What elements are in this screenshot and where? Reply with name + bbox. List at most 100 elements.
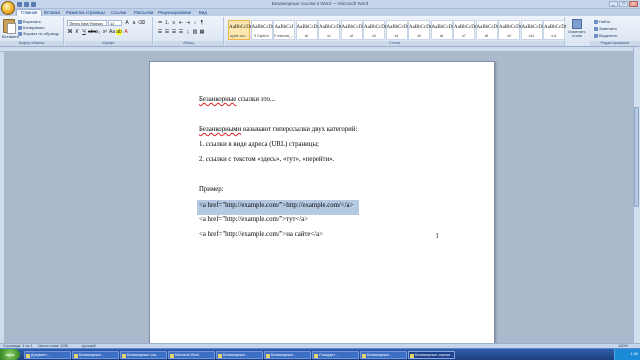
style-item[interactable]: AaBbCcDt s10: [520, 20, 544, 40]
font-color-icon[interactable]: A: [123, 29, 129, 35]
align-left-icon[interactable]: ☰: [157, 29, 163, 35]
taskbar-item[interactable]: Стандарт...: [312, 351, 359, 359]
decrease-indent-icon[interactable]: ⇤: [178, 20, 184, 26]
close-button[interactable]: ×: [629, 1, 638, 7]
italic-icon[interactable]: К: [74, 29, 80, 35]
subscript-icon[interactable]: x₂: [95, 29, 101, 35]
vertical-scrollbar[interactable]: [633, 47, 640, 343]
styles-icon: [572, 19, 582, 29]
style-item[interactable]: AaBbCcDt s6: [430, 20, 454, 40]
style-item[interactable]: AaBbCcDt s7: [453, 20, 476, 40]
taskbar-item[interactable]: Безанкорные...: [72, 351, 119, 359]
style-item[interactable]: AaBbCcDt s8: [475, 20, 499, 40]
find-button[interactable]: Найти: [594, 19, 610, 24]
style-item[interactable]: AaBbCcDt s4: [385, 20, 409, 40]
brush-icon: [18, 31, 22, 36]
font-name-combo[interactable]: Times New Roman: [67, 20, 107, 26]
paste-button[interactable]: Вставить: [2, 34, 19, 39]
start-button[interactable]: пуск: [0, 349, 20, 360]
grow-font-icon[interactable]: A: [124, 20, 130, 26]
style-item[interactable]: AaBbCcDt s5: [408, 20, 431, 40]
show-marks-icon[interactable]: ¶: [199, 20, 205, 26]
doc-title-line[interactable]: Безанкорные ссылки это...: [199, 96, 275, 103]
taskbar-item[interactable]: Безанкорные ссы...: [120, 351, 167, 359]
font-group: Times New Roman 12 A a ⌫ Ж К Ч abc x₂ x²…: [65, 17, 153, 46]
style-item[interactable]: AaBbCcDt s9: [498, 20, 521, 40]
list-buttons: ≔ ⒈ ≡ ⇤ ⇥ ↕ ¶: [157, 20, 205, 26]
office-button[interactable]: [1, 1, 15, 15]
clear-format-icon[interactable]: ⌫: [138, 20, 145, 26]
document-page[interactable]: Безанкорные ссылки это... Безанкорными н…: [149, 61, 495, 351]
taskbar-item[interactable]: Документ...: [24, 351, 71, 359]
style-item[interactable]: AaBbCcDt s1: [318, 20, 341, 40]
shrink-font-icon[interactable]: a: [131, 20, 137, 26]
tab-page-layout[interactable]: Разметка страницы: [66, 10, 105, 15]
bold-icon[interactable]: Ж: [67, 29, 73, 35]
align-right-icon[interactable]: ☰: [171, 29, 177, 35]
taskbar-item[interactable]: Безанкорные ссылки...: [408, 351, 455, 359]
font-format-buttons: Ж К Ч abc x₂ x² Aa ab A: [67, 29, 129, 35]
tab-review[interactable]: Рецензирование: [158, 10, 191, 15]
style-item[interactable]: AaBbCcI ¶ Informal_...: [273, 20, 295, 40]
borders-icon[interactable]: ▦: [199, 29, 205, 35]
paste-icon[interactable]: [3, 19, 16, 34]
cut-button[interactable]: Вырезать: [18, 19, 41, 24]
copy-button[interactable]: Копировать: [18, 25, 45, 30]
style-sample: AaBbCcDt: [341, 25, 364, 30]
multilevel-list-icon[interactable]: ≡: [171, 20, 177, 26]
taskbar-item[interactable]: Безанкорные...: [360, 351, 407, 359]
editing-group: Найти Заменить Выделить Редактирование: [590, 17, 640, 46]
style-item[interactable]: AaBbCcDt s3: [363, 20, 386, 40]
format-painter-button[interactable]: Формат по образцу: [18, 31, 59, 36]
doc-example-label[interactable]: Пример:: [199, 186, 224, 193]
tab-view[interactable]: Вид: [199, 10, 207, 15]
highlight-icon[interactable]: ab: [116, 29, 122, 35]
increase-indent-icon[interactable]: ⇥: [185, 20, 191, 26]
vertical-ruler[interactable]: [0, 52, 5, 343]
tab-mailings[interactable]: Рассылки: [134, 10, 153, 15]
tab-home[interactable]: Главная: [16, 9, 43, 16]
tab-references[interactable]: Ссылки: [111, 10, 126, 15]
styles-label: Стили: [225, 41, 564, 46]
doc-code-line-1[interactable]: <a href="http://example.com/">http://exa…: [199, 202, 353, 209]
doc-list-item-2[interactable]: 2. ссылки с текстом «здесь», «тут», «пер…: [199, 156, 334, 163]
tab-insert[interactable]: Вставка: [44, 10, 60, 15]
style-item[interactable]: AaBbCcDt apple-con...: [228, 20, 251, 40]
window-title: Безанкорные ссылки в Word — Microsoft Wo…: [271, 1, 369, 6]
scrollbar-thumb[interactable]: [634, 107, 639, 207]
doc-code-line-2[interactable]: <a href="http://example.com/">тут</a>: [199, 216, 308, 223]
style-item[interactable]: AaBbCcDt s0: [295, 20, 319, 40]
minimize-button[interactable]: _: [609, 1, 618, 7]
maximize-button[interactable]: □: [619, 1, 628, 7]
change-styles-button[interactable]: Изменить стили: [567, 19, 587, 38]
align-center-icon[interactable]: ☰: [164, 29, 170, 35]
line-spacing-icon[interactable]: ↨: [185, 29, 191, 35]
doc-intro-line[interactable]: Безанкорными называют гиперссылки двух к…: [199, 126, 357, 133]
underline-icon[interactable]: Ч: [81, 29, 87, 35]
shading-icon[interactable]: ▨: [192, 29, 198, 35]
text-cursor-icon: I: [436, 232, 439, 240]
strikethrough-icon[interactable]: abc: [88, 29, 96, 35]
style-item[interactable]: AaBbCcDt ¶ Caption: [250, 20, 274, 40]
change-case-icon[interactable]: Aa: [109, 29, 115, 35]
horizontal-ruler[interactable]: [0, 47, 640, 52]
clock[interactable]: 1:26: [631, 352, 638, 356]
doc-list-item-1[interactable]: 1. ссылки в виде адреса (URL) страницы;: [199, 141, 319, 148]
replace-button[interactable]: Заменить: [594, 26, 617, 31]
font-size-combo[interactable]: 12: [108, 20, 122, 26]
taskbar-item[interactable]: Безанкорные...: [264, 351, 311, 359]
taskbar-item[interactable]: Безанкорные...: [216, 351, 263, 359]
numbering-icon[interactable]: ⒈: [164, 20, 170, 26]
justify-icon[interactable]: ☰: [178, 29, 184, 35]
bullets-icon[interactable]: ≔: [157, 20, 163, 26]
select-button[interactable]: Выделить: [594, 33, 617, 38]
style-item[interactable]: AaBbCcDt s2: [340, 20, 364, 40]
doc-code-line-3[interactable]: <a href="http://example.com/">на сайте</…: [199, 231, 323, 238]
style-name: s7: [462, 34, 466, 38]
style-item[interactable]: AaBbCcDt s11: [543, 20, 566, 40]
taskbar-item[interactable]: Microsoft Word: [168, 351, 215, 359]
superscript-icon[interactable]: x²: [102, 29, 108, 35]
paragraph-label: Абзац: [154, 41, 223, 46]
select-icon: [594, 33, 598, 38]
sort-icon[interactable]: ↕: [192, 20, 198, 26]
